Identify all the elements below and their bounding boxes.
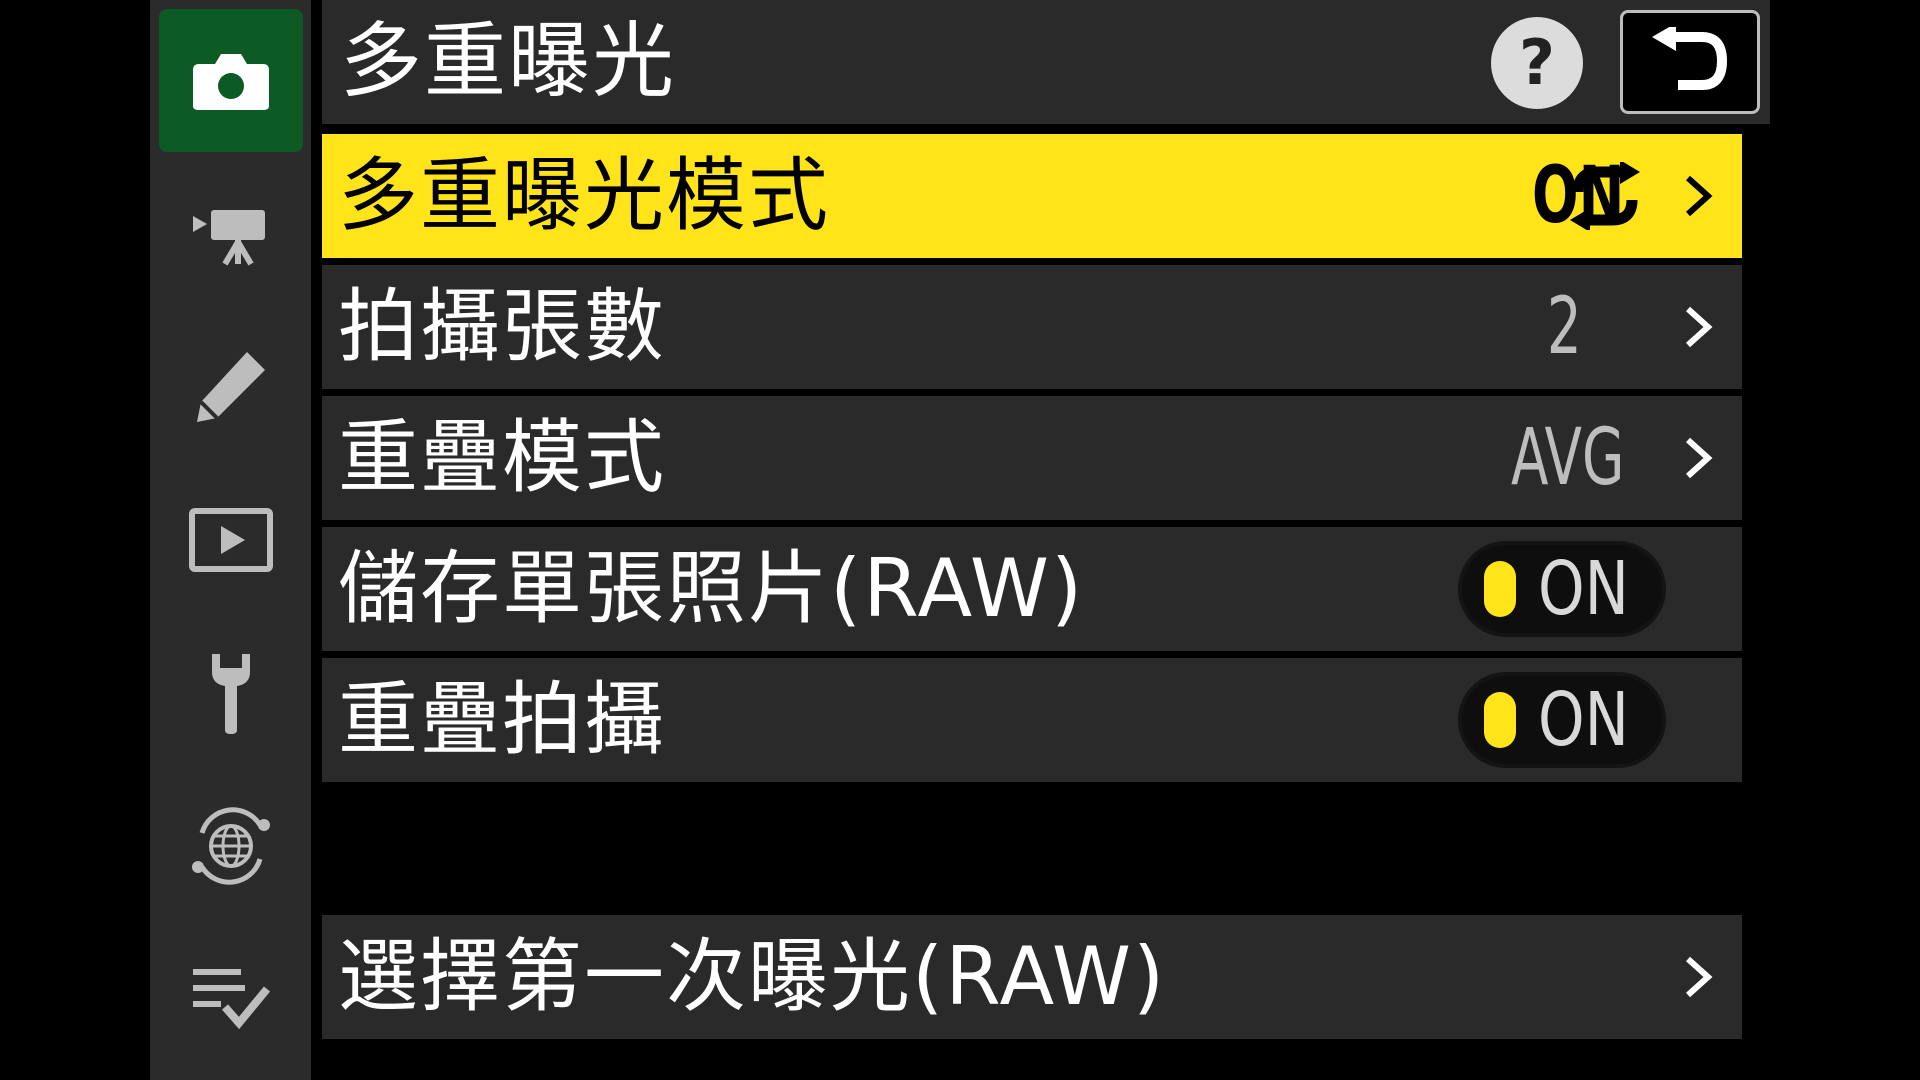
help-button[interactable]: ? (1491, 17, 1583, 109)
menu-row-multiple-exposure-mode[interactable]: 多重曝光模式 ON (322, 134, 1742, 258)
menu-row-overlay-mode[interactable]: 重疊模式 AVG (322, 396, 1742, 520)
menu-row-number-of-shots[interactable]: 拍攝張數 2 (322, 265, 1742, 389)
tab-my-menu[interactable] (159, 934, 303, 1062)
tab-photo-shooting-menu[interactable] (159, 9, 303, 152)
menu-sidebar (150, 0, 311, 1080)
checklist-icon (193, 969, 271, 1030)
tab-playback-menu[interactable] (159, 476, 303, 604)
camera-icon (193, 53, 269, 110)
back-button[interactable] (1620, 10, 1760, 114)
toggle-switch[interactable]: ON (1458, 541, 1666, 637)
menu-row-save-individual-photos[interactable]: 儲存單張照片(RAW) ON (322, 527, 1742, 651)
tab-video-recording-menu[interactable] (159, 170, 303, 298)
repeat-icon (1570, 162, 1640, 230)
menu-row-select-first-exposure[interactable]: 選擇第一次曝光(RAW) (322, 915, 1742, 1039)
row-label: 拍攝張數 (338, 280, 666, 373)
page-title: 多重曝光 (340, 14, 677, 109)
row-label: 重疊模式 (338, 411, 666, 504)
row-value: AVG (1510, 413, 1624, 503)
toggle-state: ON (1538, 546, 1629, 632)
tab-network-menu[interactable] (159, 782, 303, 910)
row-label: 多重曝光模式 (338, 149, 830, 242)
movie-camera-icon (193, 210, 265, 266)
tab-setup-menu[interactable] (159, 628, 303, 756)
toggle-knob (1484, 692, 1516, 748)
return-arrow-icon (1652, 27, 1728, 90)
row-label: 儲存單張照片(RAW) (338, 542, 1085, 635)
chevron-right-icon (1685, 956, 1713, 998)
network-globe-icon (192, 807, 270, 885)
toggle-switch[interactable]: ON (1458, 672, 1666, 768)
menu-row-overlay-shooting[interactable]: 重疊拍攝 ON (322, 658, 1742, 782)
row-label: 選擇第一次曝光(RAW) (338, 930, 1167, 1023)
chevron-right-icon (1685, 306, 1713, 348)
toggle-state: ON (1538, 677, 1629, 763)
toggle-knob (1484, 561, 1516, 617)
pencil-icon (197, 352, 265, 422)
play-icon (189, 508, 273, 572)
row-label: 重疊拍攝 (338, 673, 666, 766)
wrench-icon (212, 654, 250, 734)
tab-custom-settings-menu[interactable] (159, 322, 303, 450)
chevron-right-icon (1685, 437, 1713, 479)
chevron-right-icon (1685, 175, 1713, 217)
row-value: 2 (1547, 282, 1582, 372)
